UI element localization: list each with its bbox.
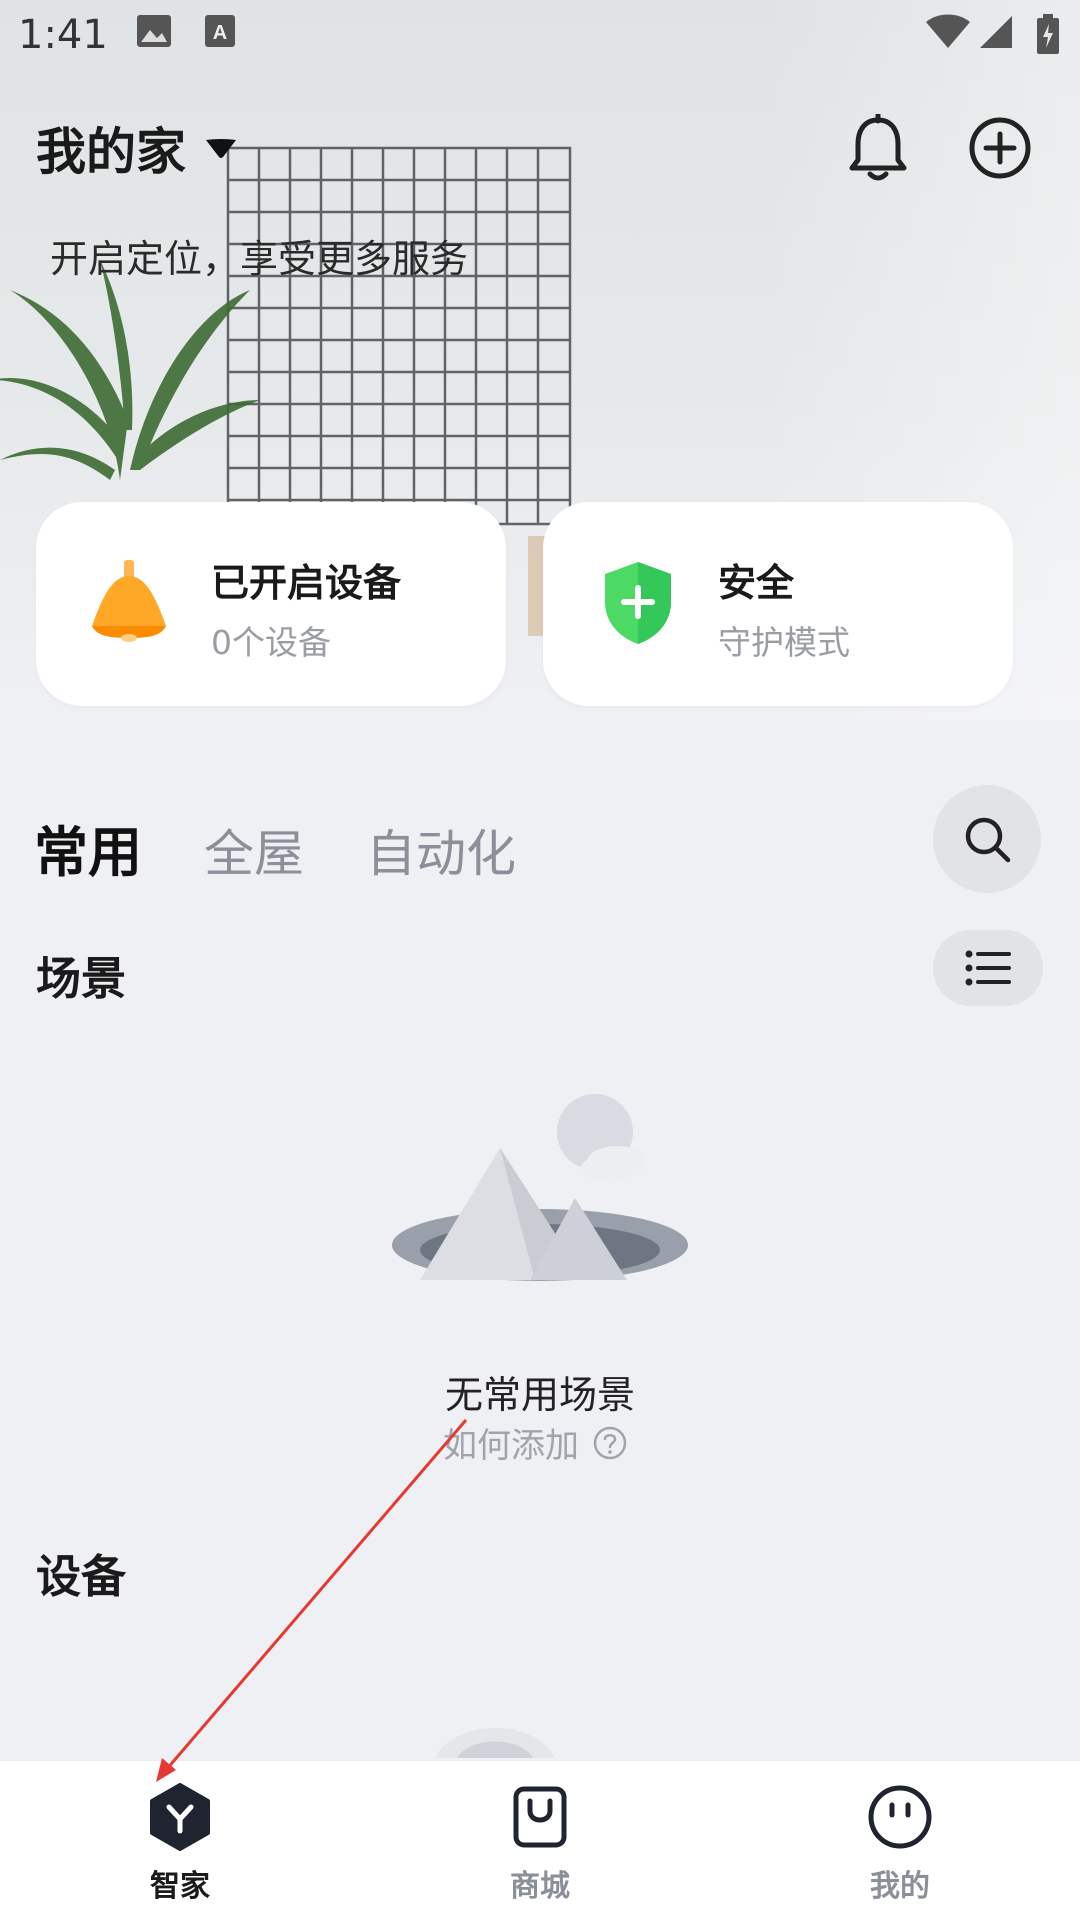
tabbar-item-mall[interactable]: 商城 [460, 1783, 620, 1905]
tabbar-label: 我的 [870, 1869, 930, 1904]
card-title: 安全 [718, 561, 795, 605]
search-icon [965, 817, 1011, 863]
home-hex-icon [150, 1783, 210, 1851]
status-bar: 1:41 A [0, 0, 1080, 72]
card-subtitle: 0个设备 [211, 623, 331, 662]
battery-icon [1037, 14, 1059, 54]
font-a-icon: A [205, 15, 235, 47]
caret-down-icon [206, 139, 236, 158]
lamp-icon [92, 560, 166, 642]
tabbar-item-mine[interactable]: 我的 [820, 1783, 980, 1905]
shield-plus-icon [605, 562, 671, 644]
add-button[interactable] [960, 108, 1040, 188]
plus-circle-icon [969, 117, 1031, 179]
view-tabs: 常用 全屋 自动化 [34, 808, 578, 887]
security-card[interactable]: 安全 守护模式 [543, 502, 1013, 706]
card-subtitle: 守护模式 [718, 623, 850, 662]
face-icon [868, 1785, 932, 1849]
bell-icon [849, 114, 907, 181]
tabbar-item-smart-home[interactable]: 智家 [100, 1783, 260, 1905]
wifi-icon [926, 14, 970, 48]
empty-scene-illustration [392, 1094, 688, 1281]
tab-common[interactable]: 常用 [34, 808, 142, 887]
status-time: 1:41 [18, 12, 108, 58]
enable-location-hint[interactable]: 开启定位，享受更多服务 [50, 228, 468, 283]
bottom-tab-bar: 智家 商城 我的 [0, 1760, 1080, 1921]
scene-list-button[interactable] [933, 930, 1043, 1006]
empty-scene-title: 无常用场景 [444, 1373, 635, 1417]
svg-text:A: A [213, 22, 227, 44]
tab-whole-house[interactable]: 全屋 [204, 814, 304, 886]
device-empty-illustration [435, 1728, 555, 1758]
gallery-icon [137, 15, 171, 47]
home-title: 我的家 [36, 123, 186, 181]
tab-automation[interactable]: 自动化 [366, 814, 516, 886]
notification-button[interactable] [838, 108, 918, 188]
card-title: 已开启设备 [211, 561, 402, 605]
scenes-title: 场景 [36, 952, 127, 1005]
active-devices-card[interactable]: 已开启设备 0个设备 [36, 502, 506, 706]
how-to-add-link[interactable]: 如何添加 [443, 1418, 627, 1467]
devices-title: 设备 [36, 1550, 127, 1603]
tabbar-label: 智家 [150, 1869, 210, 1904]
list-icon [965, 950, 1011, 986]
help-icon [593, 1426, 627, 1459]
how-to-add-label: 如何添加 [443, 1426, 579, 1466]
signal-icon [980, 16, 1012, 48]
tabbar-label: 商城 [510, 1869, 570, 1904]
search-button[interactable] [933, 785, 1041, 893]
home-selector[interactable]: 我的家 [36, 112, 238, 184]
shopping-bag-icon [513, 1786, 567, 1848]
